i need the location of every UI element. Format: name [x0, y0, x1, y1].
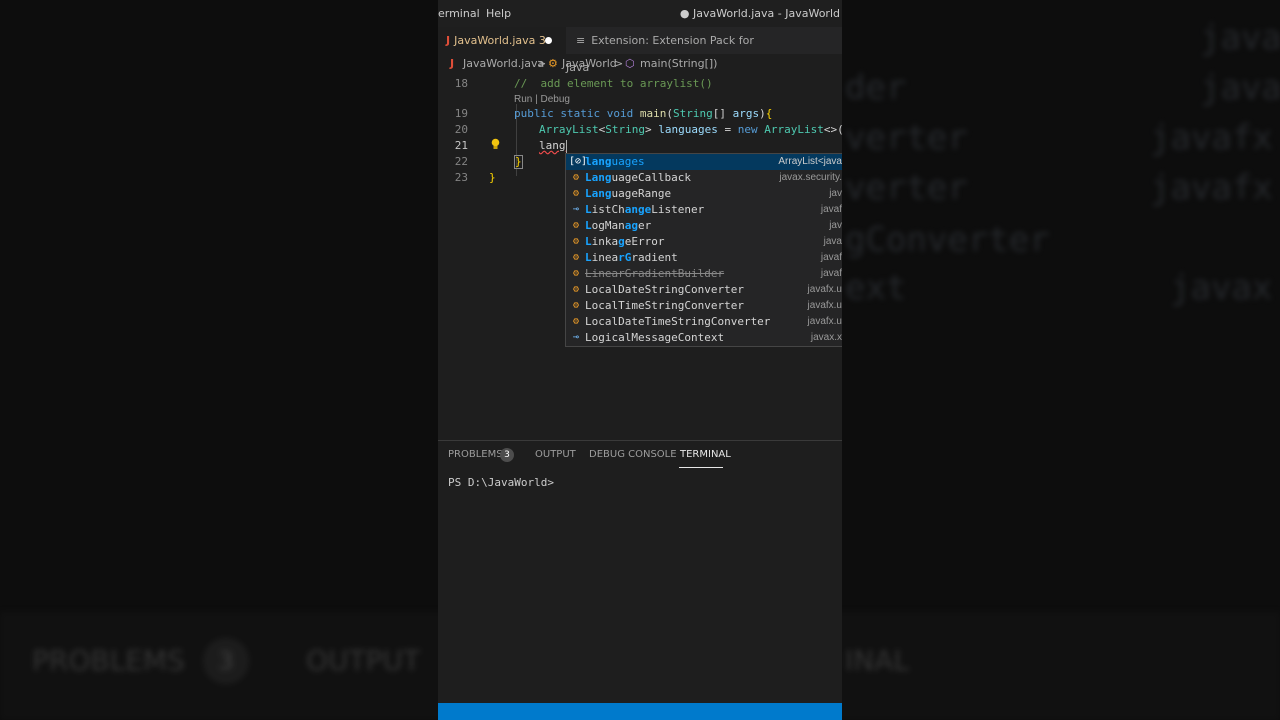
bottom-panel: PROBLEMS 3 OUTPUT DEBUG CONSOLE TERMINAL…	[438, 440, 842, 704]
bg-output-label: OUTPUT	[306, 644, 421, 677]
brace: {	[765, 107, 773, 120]
line-number: 18	[454, 77, 468, 90]
bg-text: javafx.u	[1150, 168, 1280, 208]
line-number: 20	[454, 123, 468, 136]
java-file-icon: J	[450, 57, 455, 70]
window-title: ● JavaWorld.java - JavaWorld	[679, 7, 840, 20]
brace-close-outer: }	[489, 171, 496, 184]
type-name: String	[672, 107, 713, 120]
punct: )	[759, 107, 766, 120]
tab-debug-console[interactable]: DEBUG CONSOLE	[589, 449, 677, 460]
bg-text: verter	[845, 168, 968, 208]
method-name: main	[639, 107, 667, 120]
class-icon: ⚙	[548, 57, 558, 70]
terminal-prompt[interactable]: PS D:\JavaWorld>	[448, 476, 554, 489]
tab-label: JavaWorld.java 3	[454, 34, 546, 47]
brace-close-inner: }	[514, 155, 523, 169]
vscode-window: erminal Help ● JavaWorld.java - JavaWorl…	[438, 0, 842, 720]
preview-icon: ≡	[576, 34, 586, 47]
tab-javaworld[interactable]: J JavaWorld.java 3	[438, 27, 566, 54]
bg-terminal-label: INAL	[845, 644, 909, 677]
unsaved-dot-icon[interactable]	[545, 37, 552, 44]
tab-problems[interactable]: PROBLEMS	[448, 449, 503, 460]
status-bar	[438, 703, 842, 720]
bg-text: verter	[845, 118, 968, 158]
bg-problems-badge: 3	[203, 638, 249, 684]
type-name: ArrayList	[764, 123, 824, 136]
code-line-arraylist: ArrayList<String> languages = new ArrayL…	[539, 123, 842, 136]
bg-text: gConverter	[845, 220, 1050, 260]
tab-extension-pack[interactable]: ≡ Extension: Extension Pack for Java	[566, 27, 766, 74]
variable-name: languages	[658, 123, 718, 136]
problems-count-badge: 3	[500, 448, 514, 462]
bg-text: javafx	[1200, 18, 1280, 58]
line-number: 22	[454, 155, 468, 168]
editor-tabs: J JavaWorld.java 3 ≡ Extension: Extension …	[438, 27, 842, 74]
breadcrumb: J JavaWorld.java > ⚙ JavaWorld > ⬡ main(…	[438, 54, 842, 74]
bg-text: javafx	[1200, 68, 1280, 108]
code-line-main: public static void main(String[] args){	[514, 107, 772, 120]
bg-text: der	[845, 68, 907, 108]
text-cursor	[565, 139, 567, 153]
codelens-run-debug[interactable]: Run | Debug	[514, 94, 570, 105]
punct: <>()	[823, 123, 842, 136]
lightbulb-icon[interactable]	[490, 138, 501, 150]
line-number: 23	[454, 171, 468, 184]
chevron-right-icon: >	[537, 57, 547, 70]
breadcrumb-method[interactable]: main(String[])	[640, 54, 717, 74]
breadcrumb-file[interactable]: JavaWorld.java	[463, 54, 544, 74]
punct: =	[717, 123, 738, 136]
menu-help[interactable]: Help	[486, 7, 511, 20]
typed-text: lang	[539, 139, 566, 152]
line-number: 19	[454, 107, 468, 120]
java-file-icon: J	[446, 34, 451, 47]
title-bar: erminal Help ● JavaWorld.java - JavaWorl…	[438, 0, 842, 27]
punct: >	[644, 123, 659, 136]
bg-text: javafx.u	[1150, 118, 1280, 158]
bg-text: ext	[845, 268, 907, 308]
breadcrumb-class[interactable]: JavaWorld	[562, 54, 617, 74]
bg-problems-label: PROBLEMS	[32, 644, 185, 677]
line-number-current: 21	[454, 139, 468, 152]
tab-terminal[interactable]: TERMINAL	[680, 449, 731, 460]
active-tab-indicator	[679, 467, 723, 468]
keyword: public static void	[514, 107, 640, 120]
menu-terminal[interactable]: erminal	[438, 7, 480, 20]
bg-text: javax.x	[1170, 268, 1280, 308]
punct: (	[666, 107, 673, 120]
type-name: ArrayList	[539, 123, 599, 136]
method-icon: ⬡	[625, 57, 635, 70]
keyword: new	[737, 123, 765, 136]
code-comment: // add element to arraylist()	[514, 77, 713, 90]
punct: []	[712, 107, 733, 120]
code-line-typed: lang	[539, 139, 567, 153]
type-name: String	[605, 123, 645, 136]
param-name: args	[732, 107, 760, 120]
chevron-right-icon: >	[614, 57, 624, 70]
tab-output[interactable]: OUTPUT	[535, 449, 576, 460]
